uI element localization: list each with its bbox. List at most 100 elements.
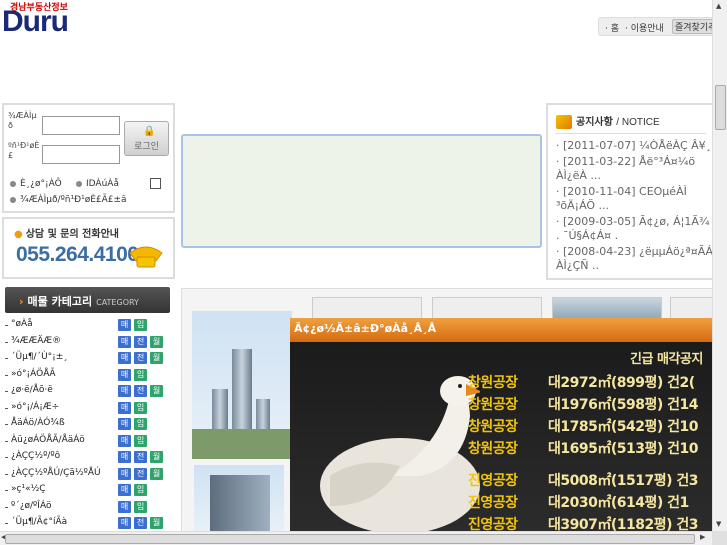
- category-name[interactable]: »ó°¡/Á¡Æ÷: [11, 402, 59, 412]
- category-badge[interactable]: 전: [134, 335, 147, 348]
- save-id-checkbox[interactable]: [150, 178, 161, 189]
- category-list: °øÀå 매 임 ¾ÆÆÄÆ® 매 전 월 ´Üµ¶/´Ù°¡±¸ 매 전 월 »ó°¡ÁÖÅÃ 매 임 ¿…: [5, 318, 170, 533]
- notice-item[interactable]: · [2011-03-22] Åë°³Á¤¼ö ÀÌ¿ëÀ ...: [556, 155, 712, 183]
- notice-item[interactable]: · [2010-11-04] CEOµéÀÌ ³õÄ¡ÁÖ ...: [556, 185, 712, 213]
- notice-item[interactable]: · [2008-04-23] ¿ëµµÁö¿ª¤ÃÁ ÀÌ¿ÇÑ ..: [556, 245, 712, 273]
- scroll-down-icon[interactable]: ▼: [716, 520, 721, 528]
- register-link[interactable]: È¸¿ø°¡ÀÔ: [10, 179, 62, 189]
- category-badge[interactable]: 월: [150, 517, 163, 529]
- category-badge[interactable]: 매: [118, 368, 131, 381]
- phone-box: ● 상담 및 문의 전화안내 055.264.4100: [2, 217, 175, 279]
- category-badge[interactable]: 임: [134, 319, 147, 331]
- vertical-scrollbar[interactable]: ▲ ▼: [712, 0, 727, 531]
- category-name[interactable]: ¿ÀÇÇ½º/ºô: [11, 451, 60, 461]
- pw-input[interactable]: [42, 145, 120, 164]
- notice-title-en: / NOTICE: [616, 117, 660, 128]
- category-badge[interactable]: 임: [134, 418, 147, 430]
- site-logo[interactable]: 경남부동산정보 Duru: [0, 0, 98, 38]
- category-badge[interactable]: 전: [134, 467, 147, 480]
- category-item[interactable]: »ó°¡/Á¡Æ÷ 매 임: [5, 401, 170, 418]
- category-item[interactable]: »ç¹«½Ç 매 임: [5, 483, 170, 500]
- category-badge[interactable]: 임: [134, 401, 147, 414]
- category-badge[interactable]: 매: [118, 484, 131, 496]
- dash-icon: [5, 440, 8, 442]
- notice-item[interactable]: · [2011-07-07] ¼ÒÅëÀÇ Â¥¸: [556, 139, 712, 153]
- category-badge[interactable]: 매: [118, 418, 131, 430]
- category-name[interactable]: ¿ÀÇÇ½ºÅÚ/Çã½ºÅÚ: [11, 468, 101, 478]
- guide-link[interactable]: · 이용안내: [625, 21, 664, 34]
- category-name[interactable]: ÅäÁö/ÀÓ¾ß: [11, 418, 65, 428]
- category-badge[interactable]: 매: [118, 451, 131, 463]
- category-badge[interactable]: 전: [134, 385, 147, 397]
- category-badge[interactable]: 매: [118, 401, 131, 414]
- scroll-right-icon[interactable]: ▶: [700, 533, 705, 541]
- dash-icon: [5, 391, 8, 392]
- scroll-up-icon[interactable]: ▲: [716, 2, 721, 10]
- category-badge[interactable]: 매: [118, 434, 131, 447]
- category-badge[interactable]: 매: [118, 319, 131, 331]
- category-item[interactable]: º´¿ø/ºÎÁö 매 임: [5, 500, 170, 517]
- category-name[interactable]: »ç¹«½Ç: [11, 484, 46, 494]
- category-name[interactable]: °øÀå: [11, 319, 33, 329]
- category-name[interactable]: Àü¿øÁÖÅÃ/ÅäÁö: [11, 435, 85, 445]
- popup-titlebar[interactable]: Ã¢¿ø½Ã±â±Ð°øÀå¸Å¸Å: [290, 318, 714, 342]
- listing-photo[interactable]: [192, 311, 292, 459]
- category-badge[interactable]: 매: [118, 467, 131, 480]
- category-name[interactable]: ¿ø·ë/Åõ·ë: [11, 385, 53, 395]
- category-badge[interactable]: 월: [150, 385, 163, 397]
- find-account-label: ¾ÆÀÌµð/ºñ¹Ð¹øÈ£Ã£±â: [20, 195, 127, 205]
- dash-icon: [5, 457, 8, 458]
- category-badge[interactable]: 매: [118, 517, 131, 529]
- category-item[interactable]: ¿ÀÇÇ½º/ºô 매 전 월: [5, 450, 170, 467]
- category-badge[interactable]: 전: [134, 517, 147, 529]
- phone-number: 055.264.4100: [16, 243, 139, 266]
- category-badge[interactable]: 매: [118, 335, 131, 348]
- dash-icon: [5, 374, 8, 376]
- category-item[interactable]: ¿ÀÇÇ½ºÅÚ/Çã½ºÅÚ 매 전 월: [5, 467, 170, 484]
- category-item[interactable]: »ó°¡ÁÖÅÃ 매 임: [5, 368, 170, 385]
- bullet-icon: ●: [14, 229, 23, 240]
- horizontal-scrollbar[interactable]: ◀ ▶: [0, 531, 712, 545]
- login-box: ¾ÆÀÌµ ð ºñ¹Ð¹øÈ £ 🔒 로그인 È¸¿ø°¡ÀÔ IDÀúÀå …: [2, 103, 175, 213]
- id-input[interactable]: [42, 116, 120, 135]
- horizontal-scroll-thumb[interactable]: [5, 534, 695, 544]
- category-badge[interactable]: 임: [134, 484, 147, 496]
- pw-label: ºñ¹Ð¹øÈ £: [8, 141, 40, 160]
- category-item[interactable]: ¾ÆÆÄÆ® 매 전 월: [5, 335, 170, 352]
- listing-photo[interactable]: [194, 465, 284, 533]
- category-name[interactable]: ´Üµ¶/Ã¢°íÃà: [11, 517, 67, 527]
- category-item[interactable]: °øÀå 매 임: [5, 318, 170, 335]
- category-name[interactable]: ¾ÆÆÄÆ®: [11, 336, 61, 346]
- find-account-link[interactable]: ¾ÆÀÌµð/ºñ¹Ð¹øÈ£Ã£±â: [10, 195, 127, 205]
- popup-info: 대1785㎡(542평) 건10: [548, 419, 698, 435]
- category-badge[interactable]: 전: [134, 352, 147, 364]
- phone-title: ● 상담 및 문의 전화안내: [14, 225, 119, 240]
- category-badge[interactable]: 임: [134, 368, 147, 381]
- home-link[interactable]: · 홈: [605, 21, 619, 34]
- category-name[interactable]: ´Üµ¶/´Ù°¡±¸: [11, 352, 68, 362]
- category-item[interactable]: ´Üµ¶/´Ù°¡±¸ 매 전 월: [5, 351, 170, 368]
- category-name[interactable]: »ó°¡ÁÖÅÃ: [11, 369, 56, 379]
- notice-item[interactable]: · [2009-03-05] Ã¢¿ø, Á¦1Ã¾ . ¯Ú§Á¢Á¤ .: [556, 215, 712, 243]
- login-button[interactable]: 🔒 로그인: [124, 121, 169, 156]
- category-item[interactable]: ¿ø·ë/Åõ·ë 매 전 월: [5, 384, 170, 401]
- category-badge[interactable]: 매: [118, 352, 131, 364]
- popup-headline: 긴급 매각공지: [630, 352, 703, 367]
- category-name[interactable]: º´¿ø/ºÎÁö: [11, 501, 51, 511]
- dash-icon: [5, 473, 8, 475]
- dash-icon: [5, 490, 8, 491]
- category-badge[interactable]: 월: [150, 451, 163, 463]
- category-badge[interactable]: 임: [134, 500, 147, 513]
- category-badge[interactable]: 월: [150, 467, 163, 480]
- popup-location: 창원공장: [468, 375, 518, 391]
- vertical-scroll-thumb[interactable]: [715, 85, 726, 130]
- category-item[interactable]: Àü¿øÁÖÅÃ/ÅäÁö 매 임: [5, 434, 170, 451]
- category-badge[interactable]: 매: [118, 500, 131, 513]
- category-badge[interactable]: 월: [150, 352, 163, 364]
- category-badge[interactable]: 전: [134, 451, 147, 463]
- category-badge[interactable]: 월: [150, 335, 163, 348]
- category-badge[interactable]: 매: [118, 385, 131, 397]
- category-badge[interactable]: 임: [134, 434, 147, 447]
- category-item[interactable]: ÅäÁö/ÀÓ¾ß 매 임: [5, 417, 170, 434]
- popup-window[interactable]: Ã¢¿ø½Ã±â±Ð°øÀå¸Å¸Å 긴급 매각공지 창원공장 대2972㎡(89…: [290, 318, 714, 534]
